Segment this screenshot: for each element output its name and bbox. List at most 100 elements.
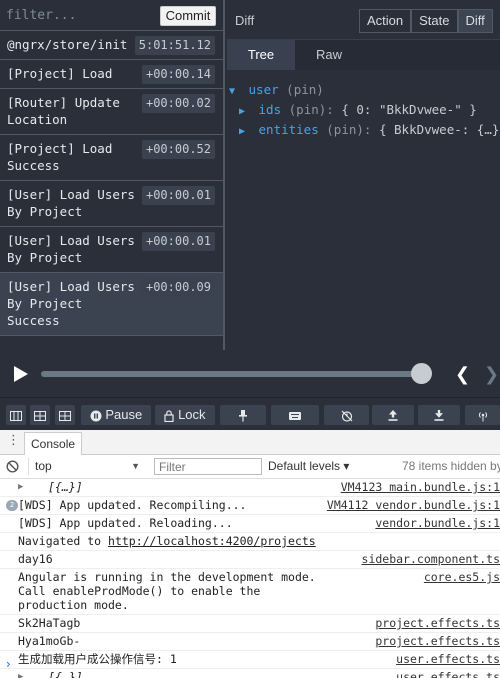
action-item[interactable]: @ngrx/store/init 5:01:51.12 — [0, 31, 223, 60]
log-message: [{…}] — [48, 670, 83, 678]
log-message: Angular is running in the development mo… — [18, 570, 316, 612]
log-message: Sk2HaTagb — [18, 616, 81, 630]
log-levels-select[interactable]: Default levels ▾ — [268, 458, 349, 475]
inspector-title: Diff — [235, 13, 255, 28]
action-name: [User] Load Users By Project — [7, 187, 135, 219]
state-inspector-pane: Diff Action State Diff Tree Raw ▼ user (… — [227, 0, 500, 350]
pause-button[interactable]: Pause — [81, 405, 151, 425]
devtools-toolbar: Pause Lock — [0, 397, 500, 430]
tree-key: entities — [258, 122, 319, 137]
navigated-url-link[interactable]: http://localhost:4200/projects — [108, 534, 316, 548]
log-source-link[interactable]: vendor.bundle.js:1 — [369, 516, 500, 530]
inspector-header: Diff Action State Diff — [227, 0, 500, 40]
browser-console-panel: ⋮ Console top ▼ Default levels ▾ 78 item… — [0, 430, 500, 678]
inspector-mode-tabs: Action State Diff — [359, 9, 493, 33]
log-entry: Hya1moGb- project.effects.ts — [0, 633, 500, 651]
log-message: Hya1moGb- — [18, 634, 81, 648]
slider-track[interactable] — [41, 371, 432, 377]
filter-row: Commit — [0, 0, 223, 31]
log-source-link[interactable]: project.effects.ts — [369, 634, 500, 648]
action-time-badge: 5:01:51.12 — [134, 36, 215, 55]
timeline-slider-bar: ❮ ❯ — [0, 350, 500, 397]
persist-disabled-icon[interactable] — [324, 405, 369, 425]
layout-dock-bottom-icon[interactable] — [30, 405, 50, 425]
collapsed-arrow-icon: ▶ — [239, 106, 246, 117]
chevron-right-icon[interactable]: ❯ — [484, 364, 499, 385]
log-entry: Angular is running in the development mo… — [0, 569, 500, 615]
expand-arrow-icon[interactable]: ▶ — [18, 480, 23, 494]
action-name: [User] Load Users By Project — [7, 233, 135, 265]
more-menu-icon[interactable]: ⋮ — [7, 433, 20, 448]
log-message: 生成加载用户成公操作信号: 1 — [18, 652, 177, 666]
lock-icon — [164, 409, 175, 422]
log-source-link[interactable]: project.effects.ts — [369, 616, 500, 630]
action-time-badge: +00:00.01 — [141, 232, 215, 251]
slider-handle[interactable] — [411, 363, 432, 384]
log-entry[interactable]: ▶ [{…}] VM4123 main.bundle.js:1 — [0, 479, 500, 497]
action-name: [Router] Update Location — [7, 95, 120, 127]
tree-value: { 0: "BkkDvwee-" } — [341, 102, 477, 117]
tab-state[interactable]: State — [411, 9, 458, 33]
action-time-badge: +00:00.52 — [141, 140, 215, 159]
tab-raw[interactable]: Raw — [295, 40, 363, 70]
log-source-link[interactable]: core.es5.js — [417, 570, 500, 584]
expanded-arrow-icon: ▼ — [229, 86, 236, 97]
chevron-left-icon[interactable]: ❮ — [455, 364, 470, 385]
pause-label: Pause — [105, 407, 143, 422]
log-entry[interactable]: ▶ [{…}] user.effects.ts — [0, 669, 500, 678]
console-filter-input[interactable] — [154, 458, 262, 475]
log-source-link[interactable]: VM4112 vendor.bundle.js:1 — [320, 498, 500, 512]
tree-meta: (pin): — [326, 122, 372, 137]
import-icon[interactable] — [418, 405, 460, 425]
tab-console[interactable]: Console — [24, 432, 83, 455]
action-name: @ngrx/store/init — [7, 37, 128, 52]
log-message: Navigated to — [18, 534, 109, 548]
action-item[interactable]: [User] Load Users By Project +00:00.01 — [0, 227, 223, 273]
tab-diff[interactable]: Diff — [457, 9, 493, 33]
action-time-badge: +00:00.02 — [141, 94, 215, 113]
log-source-link[interactable]: VM4123 main.bundle.js:1 — [334, 480, 500, 494]
console-log: ▶ [{…}] VM4123 main.bundle.js:1 2 [WDS] … — [0, 479, 500, 678]
action-item-selected[interactable]: [User] Load Users By Project Success +00… — [0, 273, 223, 336]
collapsed-arrow-icon: ▶ — [239, 126, 246, 137]
layout-dock-left-icon[interactable] — [6, 405, 26, 425]
log-source-link[interactable]: sidebar.component.ts — [355, 552, 500, 566]
commit-button[interactable]: Commit — [160, 6, 216, 26]
action-item[interactable]: [Project] Load Success +00:00.52 — [0, 135, 223, 181]
pin-icon[interactable] — [220, 405, 266, 425]
layout-grid-icon[interactable] — [55, 405, 75, 425]
action-time-badge: +00:00.09 — [141, 278, 215, 297]
log-message: [WDS] App updated. Reloading... — [18, 516, 233, 530]
tab-tree[interactable]: Tree — [227, 40, 295, 70]
action-filter-input[interactable] — [6, 4, 154, 26]
export-icon[interactable] — [372, 405, 414, 425]
hidden-items-count: 78 items hidden by f — [402, 459, 500, 473]
log-entry: Sk2HaTagb project.effects.ts — [0, 615, 500, 633]
log-message: [WDS] App updated. Recompiling... — [18, 498, 247, 512]
action-item[interactable]: [Router] Update Location +00:00.02 — [0, 89, 223, 135]
action-item[interactable]: [Project] Load +00:00.14 — [0, 60, 223, 89]
log-message: [{…}] — [48, 480, 83, 494]
tree-node-ids[interactable]: ▶ ids (pin): { 0: "BkkDvwee-" } — [227, 100, 500, 120]
repeat-count-badge: 2 — [6, 500, 18, 511]
tree-node-entities[interactable]: ▶ entities (pin): { BkkDvwee-: {…} } — [227, 120, 500, 140]
play-icon[interactable] — [12, 365, 30, 383]
log-source-link[interactable]: user.effects.ts — [390, 652, 500, 666]
lock-label: Lock — [178, 407, 206, 422]
state-tree: ▼ user (pin) ▶ ids (pin): { 0: "BkkDvwee… — [227, 80, 500, 140]
tab-action[interactable]: Action — [359, 9, 412, 33]
lock-button[interactable]: Lock — [155, 405, 215, 425]
context-select[interactable]: top ▼ — [28, 458, 144, 475]
clear-console-icon[interactable] — [6, 460, 19, 473]
keyboard-icon[interactable] — [271, 405, 319, 425]
console-prompt[interactable]: › — [6, 657, 11, 671]
log-source-link[interactable]: user.effects.ts — [390, 670, 500, 678]
remote-broadcast-icon[interactable] — [465, 405, 500, 425]
action-time-badge: +00:00.14 — [141, 65, 215, 84]
action-time-badge: +00:00.01 — [141, 186, 215, 205]
view-tabs: Tree Raw — [227, 40, 500, 70]
action-item[interactable]: [User] Load Users By Project +00:00.01 — [0, 181, 223, 227]
tree-node-user[interactable]: ▼ user (pin) — [227, 80, 500, 100]
console-toolbar: top ▼ Default levels ▾ 78 items hidden b… — [0, 455, 500, 479]
expand-arrow-icon[interactable]: ▶ — [18, 670, 23, 678]
